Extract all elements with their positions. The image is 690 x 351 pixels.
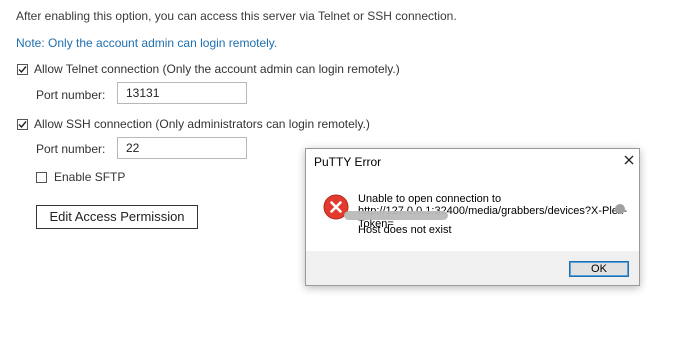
error-message-line3: Host does not exist	[358, 224, 452, 236]
ssh-checkbox[interactable]	[17, 119, 28, 130]
telnet-port-label: Port number:	[36, 88, 106, 102]
close-icon[interactable]	[622, 153, 636, 167]
telnet-port-input[interactable]: 13131	[117, 82, 247, 104]
server-access-settings: After enabling this option, you can acce…	[0, 0, 690, 351]
sftp-label: Enable SFTP	[54, 170, 126, 184]
ssh-label: Allow SSH connection (Only administrator…	[34, 117, 370, 131]
checkmark-icon	[18, 121, 27, 129]
edit-access-permission-button[interactable]: Edit Access Permission	[36, 205, 198, 229]
intro-text: After enabling this option, you can acce…	[16, 9, 457, 23]
telnet-checkbox[interactable]	[17, 64, 28, 75]
ok-button[interactable]: OK	[569, 261, 629, 277]
dialog-title: PuTTY Error	[314, 155, 382, 169]
checkmark-icon	[18, 66, 27, 74]
sftp-checkbox[interactable]	[36, 172, 47, 183]
redaction-mark	[344, 211, 448, 220]
redaction-dot	[615, 204, 625, 214]
putty-error-dialog: PuTTY Error Unable to open connection to…	[305, 148, 640, 286]
telnet-label: Allow Telnet connection (Only the accoun…	[34, 62, 400, 76]
ssh-port-label: Port number:	[36, 142, 106, 156]
ssh-port-input[interactable]: 22	[117, 137, 247, 159]
note-text: Note: Only the account admin can login r…	[16, 36, 278, 50]
